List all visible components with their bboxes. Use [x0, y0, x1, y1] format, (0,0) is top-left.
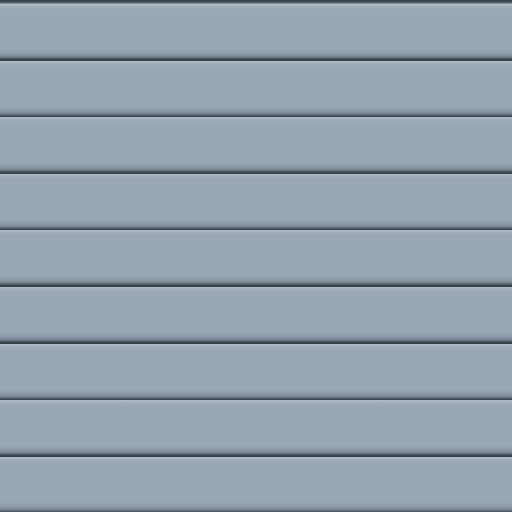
slat: [0, 117, 512, 174]
slat: [0, 61, 512, 118]
slat: [0, 344, 512, 401]
slatted-panel-texture: [0, 0, 512, 512]
slat: [0, 400, 512, 457]
slat: [0, 230, 512, 287]
slat: [0, 457, 512, 512]
slat: [0, 287, 512, 344]
slat: [0, 174, 512, 231]
slat: [0, 4, 512, 61]
